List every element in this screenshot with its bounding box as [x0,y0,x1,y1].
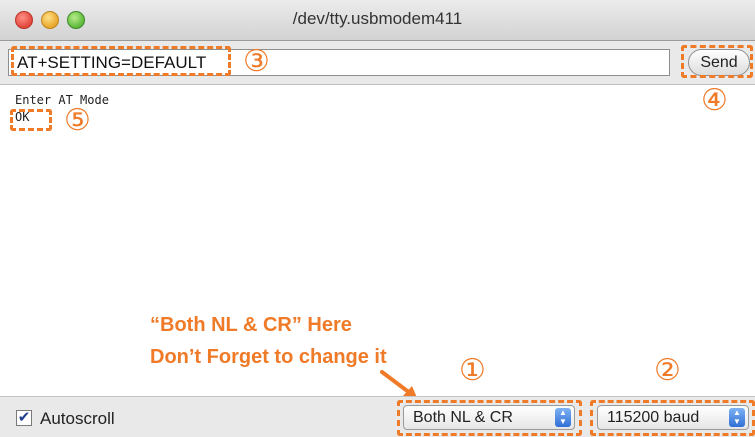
checkmark-icon: ✔ [17,409,31,426]
marker-3: ③ [243,44,270,79]
line-ending-highlight-box [397,400,582,436]
marker-4: ④ [701,83,728,118]
send-highlight-box [681,45,753,78]
command-highlight-box [11,46,231,76]
title-bar: /dev/tty.usbmodem411 [0,0,755,41]
marker-2: ② [654,353,681,388]
baud-highlight-box [590,400,755,436]
marker-5: ⑤ [64,103,91,138]
marker-1: ① [459,353,486,388]
autoscroll-label: Autoscroll [40,409,115,428]
window-title: /dev/tty.usbmodem411 [292,9,463,28]
note-line-1: “Both NL & CR” Here [150,314,352,336]
output-line: Enter AT Mode [15,93,109,107]
autoscroll-checkbox[interactable]: ✔ [16,410,32,426]
ok-highlight-box [10,109,52,131]
note-line-2: Don’t Forget to change it [150,346,387,368]
